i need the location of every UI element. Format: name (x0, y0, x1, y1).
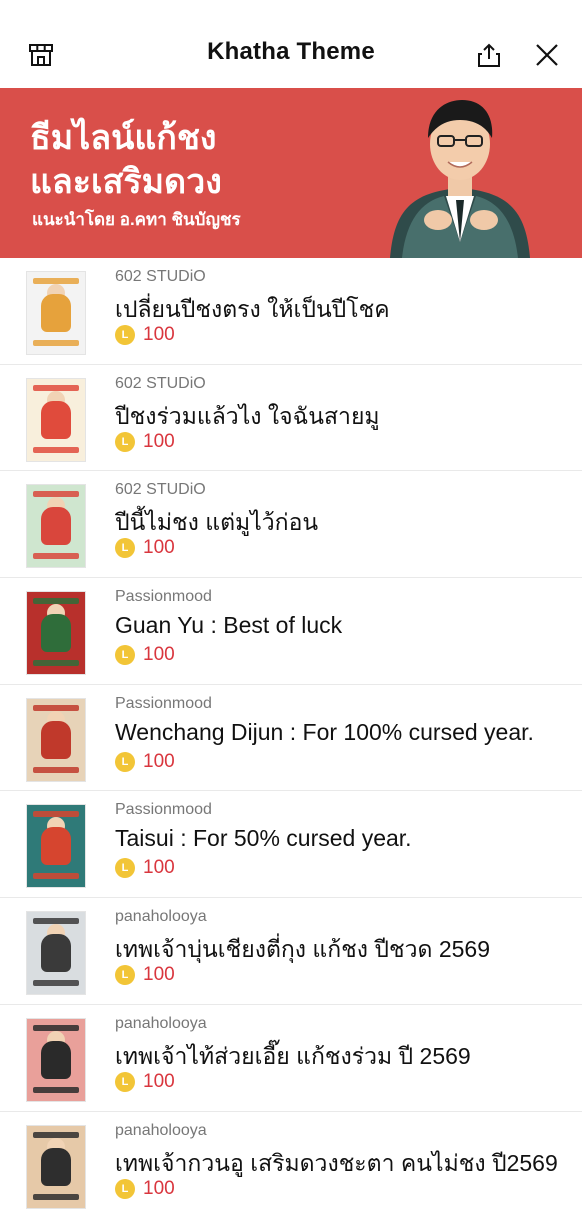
share-icon[interactable] (472, 38, 506, 72)
theme-thumbnail (26, 911, 86, 995)
list-item[interactable]: 602 STUDiO ปีชงร่วมแล้วไง ใจฉันสายมู L 1… (0, 365, 582, 472)
theme-name: Wenchang Dijun : For 100% cursed year. (115, 719, 565, 746)
coin-icon: L (115, 538, 135, 558)
creator-name[interactable]: 602 STUDiO (115, 481, 206, 499)
theme-thumbnail (26, 378, 86, 462)
theme-thumbnail (26, 1125, 86, 1209)
theme-thumbnail (26, 271, 86, 355)
coin-icon: L (115, 432, 135, 452)
theme-name: เทพเจ้าไท้ส่วยเอี๊ย แก้ชงร่วม ปี 2569 (115, 1039, 565, 1075)
close-icon[interactable] (530, 38, 564, 72)
coin-icon: L (115, 645, 135, 665)
price-value: 100 (143, 644, 175, 666)
list-item[interactable]: panaholooya เทพเจ้าไท้ส่วยเอี๊ย แก้ชงร่ว… (0, 1005, 582, 1112)
creator-name[interactable]: panaholooya (115, 1015, 207, 1033)
banner-subtitle: แนะนำโดย อ.คทา ชินบัญชร (32, 206, 241, 233)
coin-icon: L (115, 1072, 135, 1092)
list-item[interactable]: panaholooya เทพเจ้ากวนอู เสริมดวงชะตา คน… (0, 1112, 582, 1217)
presenter-photo (380, 92, 540, 258)
promo-banner[interactable]: ธีมไลน์แก้ชง และเสริมดวง แนะนำโดย อ.คทา … (0, 88, 582, 258)
theme-thumbnail (26, 698, 86, 782)
theme-name: ปีนี้ไม่ชง แต่มูไว้ก่อน (115, 505, 565, 541)
price-value: 100 (143, 964, 175, 986)
price: L 100 (115, 857, 175, 879)
theme-name: ปีชงร่วมแล้วไง ใจฉันสายมู (115, 399, 565, 435)
theme-thumbnail (26, 1018, 86, 1102)
theme-name: Taisui : For 50% cursed year. (115, 825, 565, 852)
theme-name: เทพเจ้าบุ่นเชียงตี่กุง แก้ชง ปีชวด 2569 (115, 932, 565, 968)
list-item[interactable]: Passionmood Taisui : For 50% cursed year… (0, 791, 582, 898)
theme-name: เทพเจ้ากวนอู เสริมดวงชะตา คนไม่ชง ปี2569 (115, 1146, 565, 1182)
theme-thumbnail (26, 484, 86, 568)
price: L 100 (115, 1178, 175, 1200)
list-item[interactable]: panaholooya เทพเจ้าบุ่นเชียงตี่กุง แก้ชง… (0, 898, 582, 1005)
list-item[interactable]: 602 STUDiO ปีนี้ไม่ชง แต่มูไว้ก่อน L 100 (0, 471, 582, 578)
banner-title-line1: ธีมไลน์แก้ชง (30, 118, 217, 158)
list-item[interactable]: Passionmood Wenchang Dijun : For 100% cu… (0, 685, 582, 792)
coin-icon: L (115, 752, 135, 772)
coin-icon: L (115, 965, 135, 985)
price: L 100 (115, 431, 175, 453)
list-item[interactable]: 602 STUDiO เปลี่ยนปีชงตรง ให้เป็นปีโชค L… (0, 258, 582, 365)
price-value: 100 (143, 1071, 175, 1093)
price-value: 100 (143, 324, 175, 346)
theme-name: Guan Yu : Best of luck (115, 612, 565, 639)
top-bar: Khatha Theme (0, 0, 582, 88)
creator-name[interactable]: Passionmood (115, 695, 212, 713)
price-value: 100 (143, 431, 175, 453)
creator-name[interactable]: panaholooya (115, 1122, 207, 1140)
price-value: 100 (143, 537, 175, 559)
price: L 100 (115, 964, 175, 986)
price: L 100 (115, 537, 175, 559)
coin-icon: L (115, 1179, 135, 1199)
coin-icon: L (115, 325, 135, 345)
creator-name[interactable]: panaholooya (115, 908, 207, 926)
price: L 100 (115, 751, 175, 773)
banner-title-line2: และเสริมดวง (30, 162, 222, 202)
coin-icon: L (115, 858, 135, 878)
theme-name: เปลี่ยนปีชงตรง ให้เป็นปีโชค (115, 292, 565, 328)
price-value: 100 (143, 857, 175, 879)
creator-name[interactable]: 602 STUDiO (115, 375, 206, 393)
price: L 100 (115, 644, 175, 666)
creator-name[interactable]: Passionmood (115, 588, 212, 606)
price-value: 100 (143, 1178, 175, 1200)
creator-name[interactable]: Passionmood (115, 801, 212, 819)
creator-name[interactable]: 602 STUDiO (115, 268, 206, 286)
theme-list: 602 STUDiO เปลี่ยนปีชงตรง ให้เป็นปีโชค L… (0, 258, 582, 1217)
price-value: 100 (143, 751, 175, 773)
list-item[interactable]: Passionmood Guan Yu : Best of luck L 100 (0, 578, 582, 685)
theme-thumbnail (26, 804, 86, 888)
theme-thumbnail (26, 591, 86, 675)
price: L 100 (115, 1071, 175, 1093)
price: L 100 (115, 324, 175, 346)
